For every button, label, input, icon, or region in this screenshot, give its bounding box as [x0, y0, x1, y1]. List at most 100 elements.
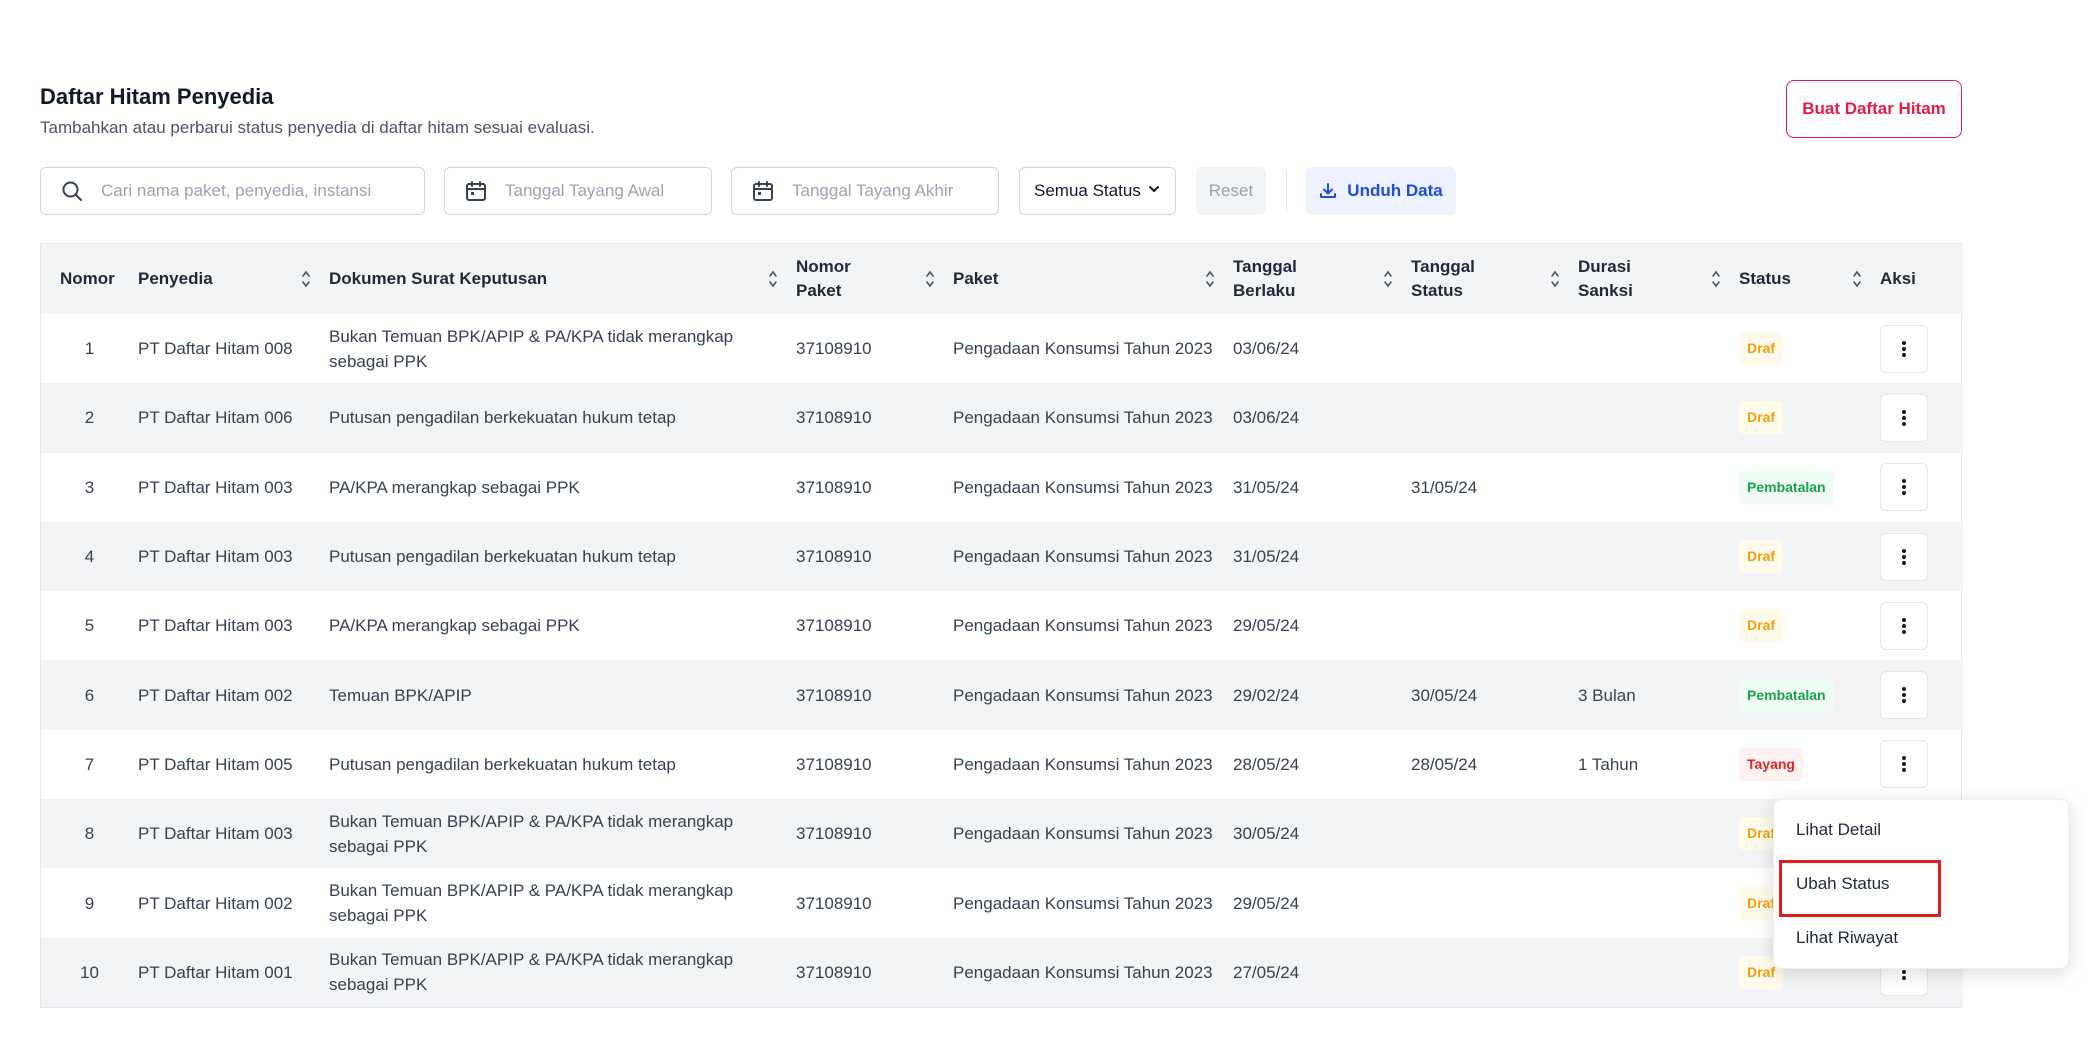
chevron-down-icon — [1147, 181, 1161, 201]
cell-dokumen: PA/KPA merangkap sebagai PPK — [329, 477, 580, 497]
table-row: 9 PT Daftar Hitam 002 Bukan Temuan BPK/API… — [41, 868, 1963, 937]
sort-icon — [1853, 270, 1861, 288]
cell-durasi-sanksi — [1578, 591, 1739, 660]
cell-durasi-sanksi — [1578, 383, 1739, 452]
menu-item-lihat-detail[interactable]: Lihat Detail — [1796, 820, 1881, 840]
create-blacklist-button[interactable]: Buat Daftar Hitam — [1786, 80, 1962, 138]
calendar-icon — [750, 178, 776, 204]
cell-tanggal-status — [1411, 799, 1578, 868]
cell-aksi — [1880, 591, 1963, 660]
cell-nomor: 1 — [84, 339, 95, 359]
search-field[interactable] — [40, 167, 425, 215]
status-select[interactable]: Semua Status — [1019, 167, 1176, 215]
sort-icon — [769, 270, 777, 288]
cell-tanggal-berlaku: 30/05/24 — [1233, 824, 1300, 844]
page-header: Daftar Hitam Penyedia Tambahkan atau per… — [40, 84, 595, 138]
cell-paket: Pengadaan Konsumsi Tahun 2023 — [953, 685, 1213, 705]
cell-status: Draf — [1739, 314, 1880, 383]
status-badge: Draf — [1739, 540, 1784, 574]
blacklist-table: Nomor Penyedia Dokumen Surat Keputusan N… — [40, 243, 1963, 1008]
date-end-field[interactable] — [731, 167, 999, 215]
cell-nomor-paket: 37108910 — [796, 754, 872, 774]
cell-nomor-paket: 37108910 — [796, 408, 872, 428]
download-button[interactable]: Unduh Data — [1306, 167, 1456, 215]
row-actions-button[interactable] — [1880, 463, 1928, 512]
cell-tanggal-status — [1411, 938, 1578, 1007]
row-actions-button[interactable] — [1880, 532, 1928, 581]
cell-dokumen: Bukan Temuan BPK/APIP & PA/KPA tidak mer… — [329, 881, 734, 926]
cell-tanggal-berlaku: 03/06/24 — [1233, 408, 1300, 428]
cell-paket: Pengadaan Konsumsi Tahun 2023 — [953, 962, 1213, 982]
column-header-nomor-paket[interactable]: Nomor Paket — [796, 244, 953, 314]
cell-status: Draf — [1739, 383, 1880, 452]
row-actions-button[interactable] — [1880, 740, 1928, 789]
cell-aksi — [1880, 660, 1963, 729]
cell-durasi-sanksi — [1578, 799, 1739, 868]
table-row: 8 PT Daftar Hitam 003 Bukan Temuan BPK/API… — [41, 799, 1963, 869]
cell-nomor-paket: 37108910 — [796, 962, 872, 982]
cell-nomor-paket: 37108910 — [796, 339, 872, 359]
cell-paket: Pengadaan Konsumsi Tahun 2023 — [953, 893, 1213, 913]
cell-tanggal-status — [1411, 591, 1578, 660]
cell-tanggal-berlaku: 29/02/24 — [1233, 685, 1300, 705]
row-actions-button[interactable] — [1880, 324, 1928, 373]
sort-icon — [1384, 270, 1392, 288]
cell-penyedia: PT Daftar Hitam 003 — [138, 616, 293, 636]
cell-paket: Pengadaan Konsumsi Tahun 2023 — [953, 477, 1213, 497]
column-header-durasi-sanksi[interactable]: Durasi Sanksi — [1578, 244, 1739, 314]
cell-paket: Pengadaan Konsumsi Tahun 2023 — [953, 339, 1213, 359]
column-header-paket[interactable]: Paket — [953, 244, 1233, 314]
cell-nomor: 2 — [84, 408, 95, 428]
cell-nomor-paket: 37108910 — [796, 616, 872, 636]
cell-durasi-sanksi — [1578, 938, 1739, 1007]
date-start-input[interactable] — [505, 181, 711, 201]
row-actions-button[interactable] — [1880, 671, 1928, 720]
cell-nomor: 8 — [84, 824, 95, 844]
cell-nomor-paket: 37108910 — [796, 547, 872, 567]
cell-aksi — [1880, 522, 1963, 591]
table-row: 10 PT Daftar Hitam 001 Bukan Temuan BPK/AP… — [41, 937, 1963, 1007]
cell-nomor-paket: 37108910 — [796, 477, 872, 497]
column-header-penyedia[interactable]: Penyedia — [138, 244, 329, 314]
row-actions-button[interactable] — [1880, 601, 1928, 650]
cell-penyedia: PT Daftar Hitam 006 — [138, 408, 293, 428]
sort-icon — [1206, 270, 1214, 288]
sort-icon — [302, 270, 310, 288]
cell-paket: Pengadaan Konsumsi Tahun 2023 — [953, 754, 1213, 774]
page-title: Daftar Hitam Penyedia — [40, 84, 274, 109]
cell-nomor: 9 — [84, 893, 95, 913]
search-icon — [59, 178, 85, 204]
cell-nomor-paket: 37108910 — [796, 893, 872, 913]
column-header-tanggal-berlaku[interactable]: Tanggal Berlaku — [1233, 244, 1411, 314]
cell-tanggal-status — [1411, 383, 1578, 452]
column-header-tanggal-status[interactable]: Tanggal Status — [1411, 244, 1578, 314]
cell-dokumen: Putusan pengadilan berkekuatan hukum tet… — [329, 547, 676, 567]
more-vertical-icon — [1902, 340, 1906, 357]
cell-status: Draf — [1739, 522, 1880, 591]
cell-paket: Pengadaan Konsumsi Tahun 2023 — [953, 616, 1213, 636]
cell-status: Tayang — [1739, 730, 1880, 799]
search-input[interactable] — [101, 181, 424, 201]
cell-paket: Pengadaan Konsumsi Tahun 2023 — [953, 824, 1213, 844]
cell-nomor-paket: 37108910 — [796, 685, 872, 705]
table-row: 5 PT Daftar Hitam 003 PA/KPA merangkap seb… — [41, 591, 1963, 660]
cell-tanggal-berlaku: 03/06/24 — [1233, 339, 1300, 359]
column-header-status[interactable]: Status — [1739, 244, 1880, 314]
cell-nomor: 5 — [84, 616, 95, 636]
page-subtitle: Tambahkan atau perbarui status penyedia … — [40, 118, 595, 137]
cell-status: Draf — [1739, 591, 1880, 660]
column-header-dokumen[interactable]: Dokumen Surat Keputusan — [329, 244, 796, 314]
column-header-nomor[interactable]: Nomor — [41, 244, 138, 314]
date-start-field[interactable] — [444, 167, 712, 215]
more-vertical-icon — [1902, 756, 1906, 773]
date-end-input[interactable] — [792, 181, 998, 201]
menu-item-lihat-riwayat[interactable]: Lihat Riwayat — [1796, 928, 1898, 948]
toolbar-divider — [1286, 170, 1287, 212]
cell-aksi — [1880, 453, 1963, 522]
cell-tanggal-berlaku: 29/05/24 — [1233, 616, 1300, 636]
reset-button[interactable]: Reset — [1196, 167, 1266, 215]
cell-durasi-sanksi — [1578, 522, 1739, 591]
table-row: 6 PT Daftar Hitam 002 Temuan BPK/APIP 37108… — [41, 660, 1963, 730]
cell-penyedia: PT Daftar Hitam 002 — [138, 893, 293, 913]
row-actions-button[interactable] — [1880, 393, 1928, 442]
